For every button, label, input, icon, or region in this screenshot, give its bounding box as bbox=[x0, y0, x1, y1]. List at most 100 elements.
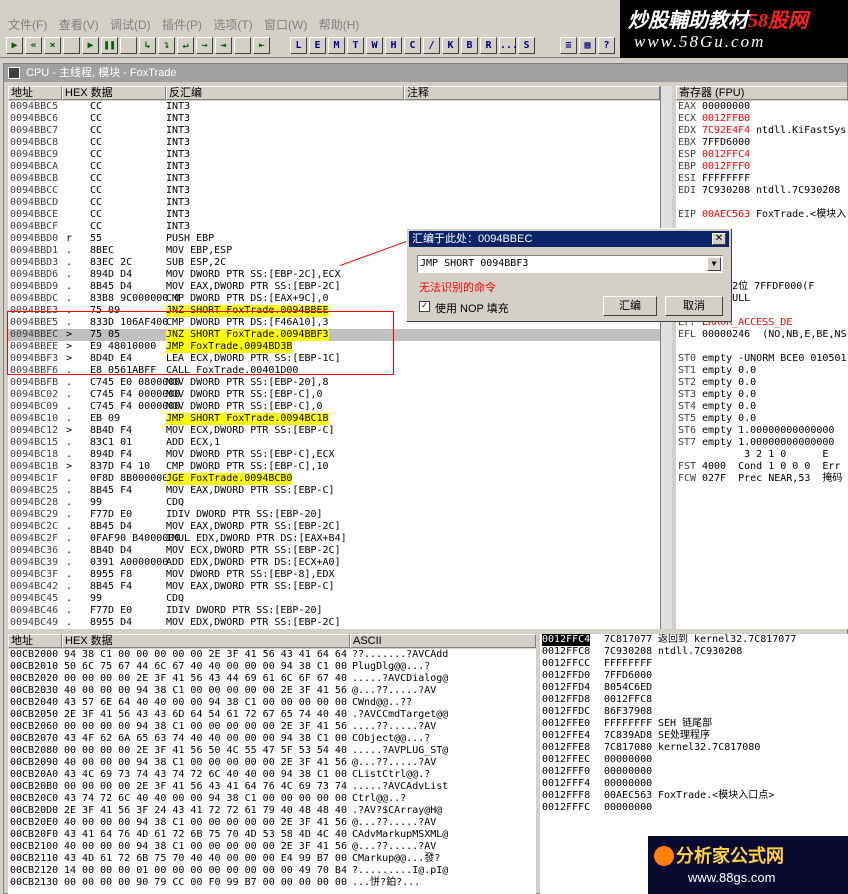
dump-header-ascii[interactable]: ASCII bbox=[350, 634, 536, 648]
disasm-row[interactable]: 0094BC25. 8B45 F4 MOV EAX,DWORD PTR SS:[EB… bbox=[8, 485, 660, 497]
stack-row[interactable]: 0012FFD0 7FFD6000 bbox=[540, 670, 848, 682]
disasm-row[interactable]: 0094BBCB CC INT3 bbox=[8, 173, 660, 185]
disasm-row[interactable]: 0094BC49. 8955 D4 MOV EDX,DWORD PTR SS:[EB… bbox=[8, 617, 660, 629]
toolbar-button[interactable] bbox=[234, 37, 251, 54]
menu-debug[interactable]: 调试(D) bbox=[110, 16, 151, 34]
toolbar-button[interactable]: ↳ bbox=[139, 37, 156, 54]
disasm-row[interactable]: 0094BBCA CC INT3 bbox=[8, 161, 660, 173]
header-disasm[interactable]: 反汇编 bbox=[166, 86, 404, 100]
toolbar-letter-button[interactable]: W bbox=[366, 37, 383, 54]
toolbar-button[interactable]: ▶ bbox=[6, 37, 23, 54]
toolbar-button[interactable]: ? bbox=[598, 37, 615, 54]
toolbar-button[interactable]: → bbox=[196, 37, 213, 54]
disasm-row[interactable]: 0094BC45. 99 CDQ bbox=[8, 593, 660, 605]
disasm-row[interactable]: 0094BC46. F77D E0 IDIV DWORD PTR SS:[EBP-2… bbox=[8, 605, 660, 617]
toolbar-letter-button[interactable]: C bbox=[404, 37, 421, 54]
disasm-row[interactable]: 0094BC2F. 0FAF90 B4000000 IMUL EDX,DWORD P… bbox=[8, 533, 660, 545]
menu-plugins[interactable]: 插件(P) bbox=[162, 16, 202, 34]
stack-row[interactable]: 0012FFF8 00AEC563 FoxTrade.<模块入口点> bbox=[540, 790, 848, 802]
disasm-row[interactable]: 0094BBCD CC INT3 bbox=[8, 197, 660, 209]
disasm-row[interactable]: 0094BBC6 CC INT3 bbox=[8, 113, 660, 125]
toolbar-button[interactable]: ⇥ bbox=[215, 37, 232, 54]
toolbar-button[interactable]: ↵ bbox=[177, 37, 194, 54]
toolbar-letter-button[interactable]: B bbox=[461, 37, 478, 54]
registers-panel[interactable]: EAX 00000000 ECX 0012FFB0 EDX 7C92E4F4 ntdll.K… bbox=[676, 101, 848, 629]
toolbar-letter-button[interactable]: E bbox=[309, 37, 326, 54]
disasm-row[interactable]: 0094BC42. 8B45 F4 MOV EAX,DWORD PTR SS:[EB… bbox=[8, 581, 660, 593]
toolbar-button[interactable]: ≡ bbox=[560, 37, 577, 54]
disasm-row[interactable]: 0094BC39. 0391 A0000000 ADD EDX,DWORD PTR … bbox=[8, 557, 660, 569]
toolbar-button[interactable]: ⇤ bbox=[253, 37, 270, 54]
disasm-row[interactable]: 0094BC28. 99 CDQ bbox=[8, 497, 660, 509]
toolbar-button[interactable]: ❚❚ bbox=[101, 37, 118, 54]
disasm-row[interactable]: 0094BC36. 8B4D D4 MOV ECX,DWORD PTR SS:[EB… bbox=[8, 545, 660, 557]
header-address[interactable]: 地址 bbox=[8, 86, 62, 100]
disasm-row[interactable]: 0094BC10. EB 09 JMP SHORT FoxTrade.0094BC1… bbox=[8, 413, 660, 425]
disasm-row[interactable]: 0094BBFB. C745 E0 0800000 MOV DWORD PTR SS… bbox=[8, 377, 660, 389]
disasm-row[interactable]: 0094BC09. C745 F4 0000000 MOV DWORD PTR SS… bbox=[8, 401, 660, 413]
stack-row[interactable]: 0012FFF4 00000000 bbox=[540, 778, 848, 790]
toolbar-button[interactable]: × bbox=[44, 37, 61, 54]
stack-row[interactable]: 0012FFD4 8054C6ED bbox=[540, 682, 848, 694]
menu-view[interactable]: 查看(V) bbox=[59, 16, 99, 34]
nop-fill-checkbox[interactable]: ✓ bbox=[419, 301, 430, 312]
toolbar-button[interactable] bbox=[63, 37, 80, 54]
stack-row[interactable]: 0012FFE8 7C817080 kernel32.7C817080 bbox=[540, 742, 848, 754]
disasm-row[interactable]: 0094BC2C. 8B45 D4 MOV EAX,DWORD PTR SS:[EB… bbox=[8, 521, 660, 533]
toolbar-button[interactable] bbox=[120, 37, 137, 54]
toolbar-button[interactable]: « bbox=[25, 37, 42, 54]
menu-window[interactable]: 窗口(W) bbox=[264, 16, 307, 34]
toolbar-letter-button[interactable]: H bbox=[385, 37, 402, 54]
toolbar-letter-button[interactable]: K bbox=[442, 37, 459, 54]
toolbar-button[interactable]: ▶ bbox=[82, 37, 99, 54]
close-icon[interactable]: ✕ bbox=[712, 233, 726, 245]
disasm-row[interactable]: 0094BBC7 CC INT3 bbox=[8, 125, 660, 137]
dump-header-hex[interactable]: HEX 数据 bbox=[62, 634, 350, 648]
toolbar-letter-button[interactable]: L bbox=[290, 37, 307, 54]
disasm-row[interactable]: 0094BC3F. 8955 F8 MOV DWORD PTR SS:[EBP-8]… bbox=[8, 569, 660, 581]
disasm-row[interactable]: 0094BC15. 83C1 01 ADD ECX,1 bbox=[8, 437, 660, 449]
disasm-row[interactable]: 0094BC1B >837D F4 10 CMP DWORD PTR SS:[EBP… bbox=[8, 461, 660, 473]
disasm-row[interactable]: 0094BBC8 CC INT3 bbox=[8, 137, 660, 149]
stack-row[interactable]: 0012FFF0 00000000 bbox=[540, 766, 848, 778]
toolbar-letter-button[interactable]: ... bbox=[499, 37, 518, 54]
header-hex[interactable]: HEX 数据 bbox=[62, 86, 166, 100]
menu-options[interactable]: 选项(T) bbox=[213, 16, 252, 34]
toolbar-letter-button[interactable]: / bbox=[423, 37, 440, 54]
header-registers[interactable]: 寄存器 (FPU) bbox=[676, 86, 848, 100]
disasm-row[interactable]: 0094BC12 >8B4D F4 MOV ECX,DWORD PTR SS:[EB… bbox=[8, 425, 660, 437]
disasm-row[interactable]: 0094BC29. F77D E0 IDIV DWORD PTR SS:[EBP-2… bbox=[8, 509, 660, 521]
header-comment[interactable]: 注释 bbox=[404, 86, 660, 100]
disasm-row[interactable]: 0094BC02. C745 F4 0000000 MOV DWORD PTR SS… bbox=[8, 389, 660, 401]
stack-row[interactable]: 0012FFDC 86F37908 bbox=[540, 706, 848, 718]
stack-row[interactable]: 0012FFFC 00000000 bbox=[540, 802, 848, 814]
stack-row[interactable]: 0012FFEC 00000000 bbox=[540, 754, 848, 766]
disasm-row[interactable]: 0094BC18. 894D F4 MOV DWORD PTR SS:[EBP-C]… bbox=[8, 449, 660, 461]
memory-dump-panel[interactable]: 00CB2000 94 38 C1 00 00 00 00 00 2E 3F 41… bbox=[8, 649, 536, 894]
disasm-scrollbar[interactable] bbox=[660, 86, 672, 629]
toolbar-letter-button[interactable]: M bbox=[328, 37, 345, 54]
dump-header-address[interactable]: 地址 bbox=[8, 634, 62, 648]
disasm-row[interactable]: 0094BBC5 CC INT3 bbox=[8, 101, 660, 113]
menu-file[interactable]: 文件(F) bbox=[8, 16, 47, 34]
chevron-down-icon[interactable]: ▼ bbox=[707, 257, 721, 271]
stack-row[interactable]: 0012FFD8 0012FFC8 bbox=[540, 694, 848, 706]
disasm-row[interactable]: 0094BBCC CC INT3 bbox=[8, 185, 660, 197]
stack-row[interactable]: 0012FFE4 7C839AD8 SE处理程序 bbox=[540, 730, 848, 742]
disasm-row[interactable]: 0094BC1F. 0F8D 8B000000 JGE FoxTrade.0094B… bbox=[8, 473, 660, 485]
toolbar-button[interactable]: ▦ bbox=[579, 37, 596, 54]
stack-row[interactable]: 0012FFC4 7C817077 返回到 kernel32.7C817077 bbox=[540, 634, 848, 646]
toolbar-button[interactable]: ↴ bbox=[158, 37, 175, 54]
stack-row[interactable]: 0012FFCC FFFFFFFF bbox=[540, 658, 848, 670]
stack-row[interactable]: 0012FFC8 7C930208 ntdll.7C930208 bbox=[540, 646, 848, 658]
toolbar-letter-button[interactable]: S bbox=[518, 37, 535, 54]
disasm-row[interactable]: 0094BBCE CC INT3 bbox=[8, 209, 660, 221]
menu-help[interactable]: 帮助(H) bbox=[319, 16, 360, 34]
toolbar-letter-button[interactable]: T bbox=[347, 37, 364, 54]
assemble-command-combo[interactable]: JMP SHORT 0094BBF3 ▼ bbox=[417, 255, 723, 273]
cancel-button[interactable]: 取消 bbox=[665, 296, 723, 316]
toolbar-letter-button[interactable]: R bbox=[480, 37, 497, 54]
disasm-row[interactable]: 0094BBC9 CC INT3 bbox=[8, 149, 660, 161]
assemble-button[interactable]: 汇编 bbox=[603, 296, 657, 316]
stack-row[interactable]: 0012FFE0 FFFFFFFF SEH 链尾部 bbox=[540, 718, 848, 730]
